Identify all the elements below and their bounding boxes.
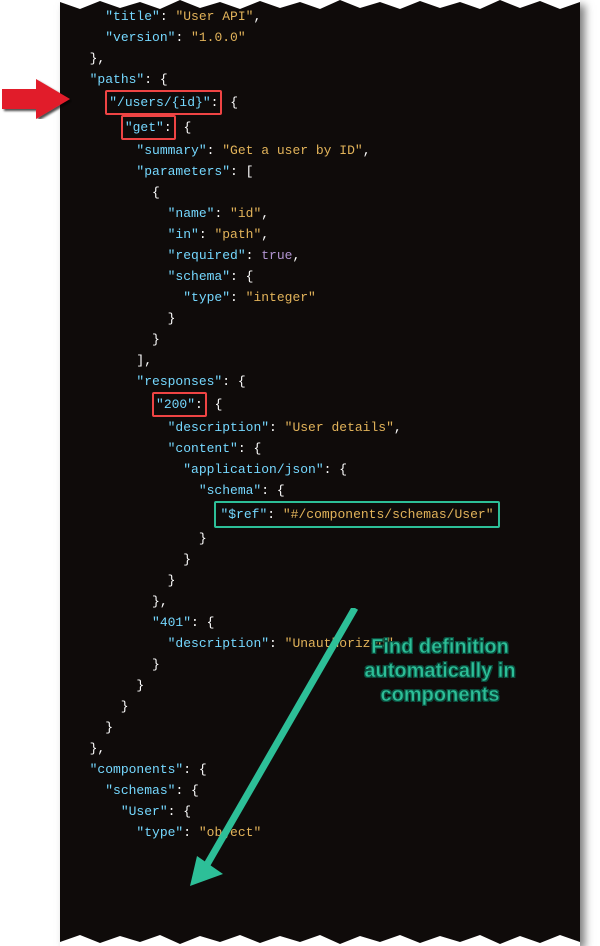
red-arrow bbox=[0, 79, 72, 119]
code-content: "title": "User API", "version": "1.0.0" … bbox=[74, 0, 568, 843]
annotation-text: Find definition automatically in compone… bbox=[340, 635, 540, 707]
code-block: "title": "User API", "version": "1.0.0" … bbox=[60, 0, 580, 944]
